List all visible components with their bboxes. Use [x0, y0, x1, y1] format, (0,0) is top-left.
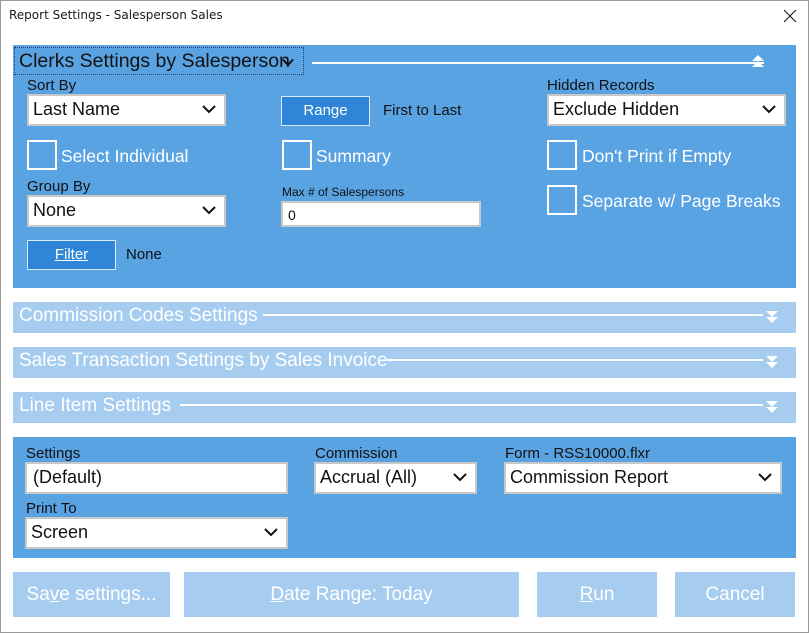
run-mnemonic: R [579, 584, 594, 605]
group-by-label: Group By [27, 178, 91, 195]
date-range-mnemonic: D [270, 584, 285, 605]
hidden-records-select[interactable]: Exclude Hidden [547, 94, 786, 126]
group-by-select[interactable]: None [27, 195, 226, 227]
max-salespersons-input[interactable]: 0 [281, 201, 481, 227]
range-button-label: Range [303, 102, 348, 119]
chevron-down-icon [282, 58, 294, 67]
separate-page-breaks-label: Separate w/ Page Breaks [582, 191, 781, 211]
settings-label: Settings [26, 445, 81, 462]
settings-field[interactable]: (Default) [25, 462, 288, 494]
save-settings-mnemonic: v [49, 584, 60, 605]
chevron-down-icon [202, 105, 216, 114]
date-range-button[interactable]: Date Range: Today [184, 572, 519, 617]
max-salespersons-label: Max # of Salespersons [282, 185, 405, 199]
hidden-records-label: Hidden Records [547, 77, 655, 94]
section-divider [263, 314, 763, 316]
section-divider [387, 359, 763, 361]
commission-codes-title: Commission Codes Settings [19, 305, 258, 326]
range-button[interactable]: Range [281, 96, 370, 126]
chevron-down-icon [202, 206, 216, 215]
chevron-down-icon [453, 473, 467, 482]
date-range-label-part: ate Range: Today [284, 584, 433, 605]
summary-checkbox[interactable] [282, 140, 312, 170]
section-header-focus[interactable]: Clerks Settings by Salesperson [14, 47, 304, 75]
max-salespersons-value: 0 [288, 207, 296, 223]
commission-label: Commission [315, 445, 398, 462]
line-item-panel[interactable]: Line Item Settings [13, 392, 796, 423]
expand-arrows-icon[interactable] [765, 310, 779, 324]
separate-page-breaks-checkbox[interactable] [547, 185, 577, 215]
range-value: First to Last [383, 102, 462, 119]
section-divider [312, 62, 764, 64]
clerks-section-title: Clerks Settings by Salesperson [19, 50, 290, 72]
filter-button-label: Filter [54, 246, 89, 263]
sort-by-value: Last Name [33, 99, 121, 119]
commission-select[interactable]: Accrual (All) [314, 462, 477, 494]
hidden-records-value: Exclude Hidden [553, 99, 680, 119]
close-button[interactable] [770, 0, 809, 32]
form-value: Commission Report [510, 467, 669, 487]
collapse-arrows-icon[interactable] [751, 54, 765, 68]
line-item-title: Line Item Settings [19, 395, 172, 416]
print-to-select[interactable]: Screen [25, 517, 288, 549]
sales-transaction-title: Sales Transaction Settings by Sales Invo… [19, 350, 388, 371]
save-settings-label-part: Sa [26, 584, 50, 605]
title-bar: Report Settings - Salesperson Sales [0, 0, 809, 32]
form-label: Form - RSS10000.flxr [505, 445, 651, 462]
run-label-part: un [593, 584, 615, 605]
commission-value: Accrual (All) [320, 467, 418, 487]
commission-codes-panel[interactable]: Commission Codes Settings [13, 302, 796, 333]
filter-button[interactable]: Filter [27, 240, 116, 270]
expand-arrows-icon[interactable] [765, 400, 779, 414]
expand-arrows-icon[interactable] [765, 355, 779, 369]
chevron-down-icon [264, 528, 278, 537]
window-title: Report Settings - Salesperson Sales [9, 8, 223, 22]
filter-value: None [126, 246, 162, 263]
save-settings-label-part: e settings... [59, 584, 157, 605]
select-individual-label: Select Individual [61, 146, 189, 166]
close-icon [783, 9, 796, 23]
print-to-value: Screen [31, 522, 89, 542]
print-to-label: Print To [26, 500, 77, 517]
dont-print-if-empty-label: Don't Print if Empty [582, 146, 732, 166]
select-individual-checkbox[interactable] [27, 140, 57, 170]
chevron-down-icon [758, 473, 772, 482]
sort-by-label: Sort By [27, 77, 77, 94]
summary-label: Summary [316, 146, 391, 166]
cancel-button[interactable]: Cancel [675, 572, 795, 617]
sales-transaction-panel[interactable]: Sales Transaction Settings by Sales Invo… [13, 347, 796, 378]
dont-print-if-empty-checkbox[interactable] [547, 140, 577, 170]
save-settings-button[interactable]: Save settings... [13, 572, 170, 617]
section-divider [180, 404, 763, 406]
chevron-down-icon [762, 105, 776, 114]
sort-by-select[interactable]: Last Name [27, 94, 226, 126]
settings-value: (Default) [33, 467, 103, 487]
cancel-label: Cancel [705, 584, 765, 605]
form-select[interactable]: Commission Report [504, 462, 782, 494]
group-by-value: None [33, 200, 77, 220]
run-button[interactable]: Run [537, 572, 657, 617]
